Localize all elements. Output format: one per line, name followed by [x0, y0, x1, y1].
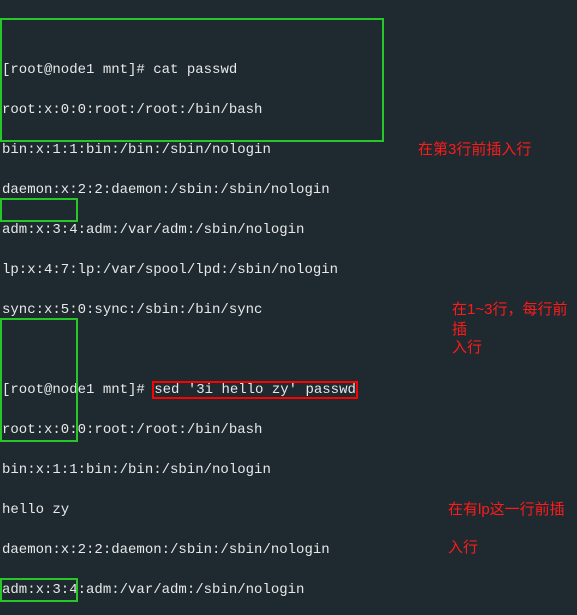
annotation-3-line2: 入行 — [448, 538, 478, 558]
command-cat: cat passwd — [153, 62, 237, 78]
shell-prompt: [root@node1 mnt]# — [2, 382, 153, 398]
highlight-box-cat-output — [0, 18, 384, 142]
output-line: root:x:0:0:root:/root:/bin/bash — [2, 100, 575, 120]
shell-prompt: [root@node1 mnt]# — [2, 62, 153, 78]
annotation-1: 在第3行前插入行 — [418, 140, 531, 160]
highlight-box-hello-1 — [0, 198, 78, 222]
output-line: lp:x:4:7:lp:/var/spool/lpd:/sbin/nologin — [2, 260, 575, 280]
output-line: adm:x:3:4:adm:/var/adm:/sbin/nologin — [2, 220, 575, 240]
output-line: daemon:x:2:2:daemon:/sbin:/sbin/nologin — [2, 540, 575, 560]
annotation-2-line1: 在1~3行，每行前插 — [452, 300, 577, 340]
output-line: adm:x:3:4:adm:/var/adm:/sbin/nologin — [2, 580, 575, 600]
output-line: root:x:0:0:root:/root:/bin/bash — [2, 420, 575, 440]
output-line: daemon:x:2:2:daemon:/sbin:/sbin/nologin — [2, 180, 575, 200]
command-sed-3i: sed '3i hello zy' passwd — [153, 382, 357, 398]
terminal[interactable]: [root@node1 mnt]# cat passwd root:x:0:0:… — [0, 0, 577, 615]
output-line: bin:x:1:1:bin:/bin:/sbin/nologin — [2, 460, 575, 480]
annotation-3-line1: 在有lp这一行前插 — [448, 500, 577, 520]
annotation-2-line2: 入行 — [452, 338, 482, 358]
